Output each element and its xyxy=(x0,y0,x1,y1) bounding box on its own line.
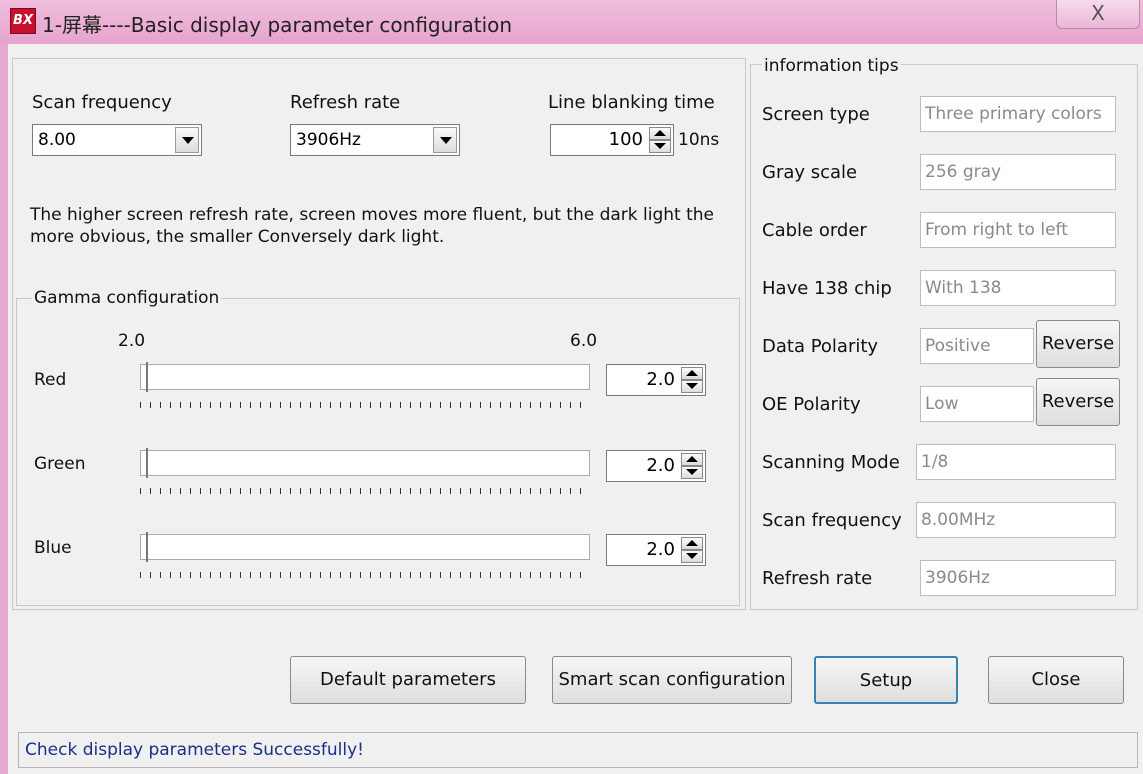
gamma-min-label: 2.0 xyxy=(118,331,146,351)
info-value-138-chip: With 138 xyxy=(920,270,1116,306)
gamma-blue-slider-thumb[interactable] xyxy=(146,532,156,562)
info-label-gray-scale: Gray scale xyxy=(762,162,858,183)
window-title: 1-屏幕----Basic display parameter configur… xyxy=(42,13,513,37)
gamma-blue-label: Blue xyxy=(34,538,72,558)
title-bar: BX 1-屏幕----Basic display parameter confi… xyxy=(0,0,1143,44)
info-value-screen-type: Three primary colors xyxy=(920,96,1116,132)
spin-down-icon[interactable] xyxy=(681,380,703,393)
gamma-configuration-legend: Gamma configuration xyxy=(32,288,222,308)
line-blanking-label: Line blanking time xyxy=(548,92,715,113)
gamma-green-value: 2.0 xyxy=(646,455,675,476)
scan-frequency-select[interactable]: 8.00 xyxy=(32,124,202,156)
spin-up-icon[interactable] xyxy=(681,453,703,466)
oe-polarity-reverse-button[interactable]: Reverse xyxy=(1036,378,1120,426)
information-tips-legend: information tips xyxy=(762,56,901,76)
spin-up-icon[interactable] xyxy=(681,537,703,550)
info-label-refresh-rate: Refresh rate xyxy=(762,568,873,589)
line-blanking-unit: 10ns xyxy=(678,130,720,150)
gamma-green-label: Green xyxy=(34,454,86,474)
info-label-oe-polarity: OE Polarity xyxy=(762,394,861,415)
gamma-green-slider[interactable] xyxy=(140,450,590,476)
info-label-screen-type: Screen type xyxy=(762,104,870,125)
gamma-red-spinner[interactable]: 2.0 xyxy=(606,364,706,396)
setup-button[interactable]: Setup xyxy=(814,656,958,704)
gamma-max-label: 6.0 xyxy=(570,331,598,351)
info-value-data-polarity: Positive xyxy=(920,328,1034,364)
info-value-scan-frequency: 8.00MHz xyxy=(916,502,1116,538)
spin-up-icon[interactable] xyxy=(649,127,671,140)
gamma-blue-spinner[interactable]: 2.0 xyxy=(606,534,706,566)
info-label-scanning-mode: Scanning Mode xyxy=(762,452,900,473)
gamma-green-spinner[interactable]: 2.0 xyxy=(606,450,706,482)
gamma-red-slider-thumb[interactable] xyxy=(146,362,156,392)
spin-down-icon[interactable] xyxy=(681,550,703,563)
info-value-gray-scale: 256 gray xyxy=(920,154,1116,190)
close-window-button[interactable]: X xyxy=(1056,0,1140,29)
line-blanking-spinner[interactable]: 100 xyxy=(550,124,674,156)
gamma-red-slider[interactable] xyxy=(140,364,590,390)
line-blanking-value: 100 xyxy=(608,129,643,150)
gamma-blue-ticks xyxy=(140,572,586,578)
smart-scan-configuration-button[interactable]: Smart scan configuration xyxy=(552,656,792,704)
scan-frequency-label: Scan frequency xyxy=(32,92,172,113)
gamma-red-ticks xyxy=(140,402,586,408)
status-bar: Check display parameters Successfully! xyxy=(18,732,1138,768)
gamma-red-value: 2.0 xyxy=(646,369,675,390)
chevron-down-icon[interactable] xyxy=(175,127,199,153)
spin-down-icon[interactable] xyxy=(649,140,671,153)
status-message: Check display parameters Successfully! xyxy=(25,740,364,760)
info-value-refresh-rate: 3906Hz xyxy=(920,560,1116,596)
info-value-scanning-mode: 1/8 xyxy=(916,444,1116,480)
scan-frequency-value: 8.00 xyxy=(38,130,76,150)
refresh-rate-select[interactable]: 3906Hz xyxy=(290,124,460,156)
info-value-cable-order: From right to left xyxy=(920,212,1116,248)
refresh-rate-label: Refresh rate xyxy=(290,92,401,113)
app-logo-icon: BX xyxy=(10,8,36,34)
info-label-scan-frequency: Scan frequency xyxy=(762,510,902,531)
data-polarity-reverse-button[interactable]: Reverse xyxy=(1036,320,1120,368)
gamma-blue-value: 2.0 xyxy=(646,539,675,560)
default-parameters-button[interactable]: Default parameters xyxy=(290,656,526,704)
info-label-cable-order: Cable order xyxy=(762,220,867,241)
refresh-rate-value: 3906Hz xyxy=(296,130,361,150)
info-label-138-chip: Have 138 chip xyxy=(762,278,892,299)
chevron-down-icon[interactable] xyxy=(433,127,457,153)
spin-down-icon[interactable] xyxy=(681,466,703,479)
gamma-red-label: Red xyxy=(34,370,67,390)
gamma-green-ticks xyxy=(140,488,586,494)
spin-up-icon[interactable] xyxy=(681,367,703,380)
close-button[interactable]: Close xyxy=(988,656,1124,704)
gamma-blue-slider[interactable] xyxy=(140,534,590,560)
dialog-client-area: Scan frequency 8.00 Refresh rate 3906Hz … xyxy=(8,44,1143,774)
refresh-rate-description: The higher screen refresh rate, screen m… xyxy=(30,205,715,247)
gamma-green-slider-thumb[interactable] xyxy=(146,448,156,478)
info-label-data-polarity: Data Polarity xyxy=(762,336,879,357)
info-value-oe-polarity: Low xyxy=(920,386,1034,422)
